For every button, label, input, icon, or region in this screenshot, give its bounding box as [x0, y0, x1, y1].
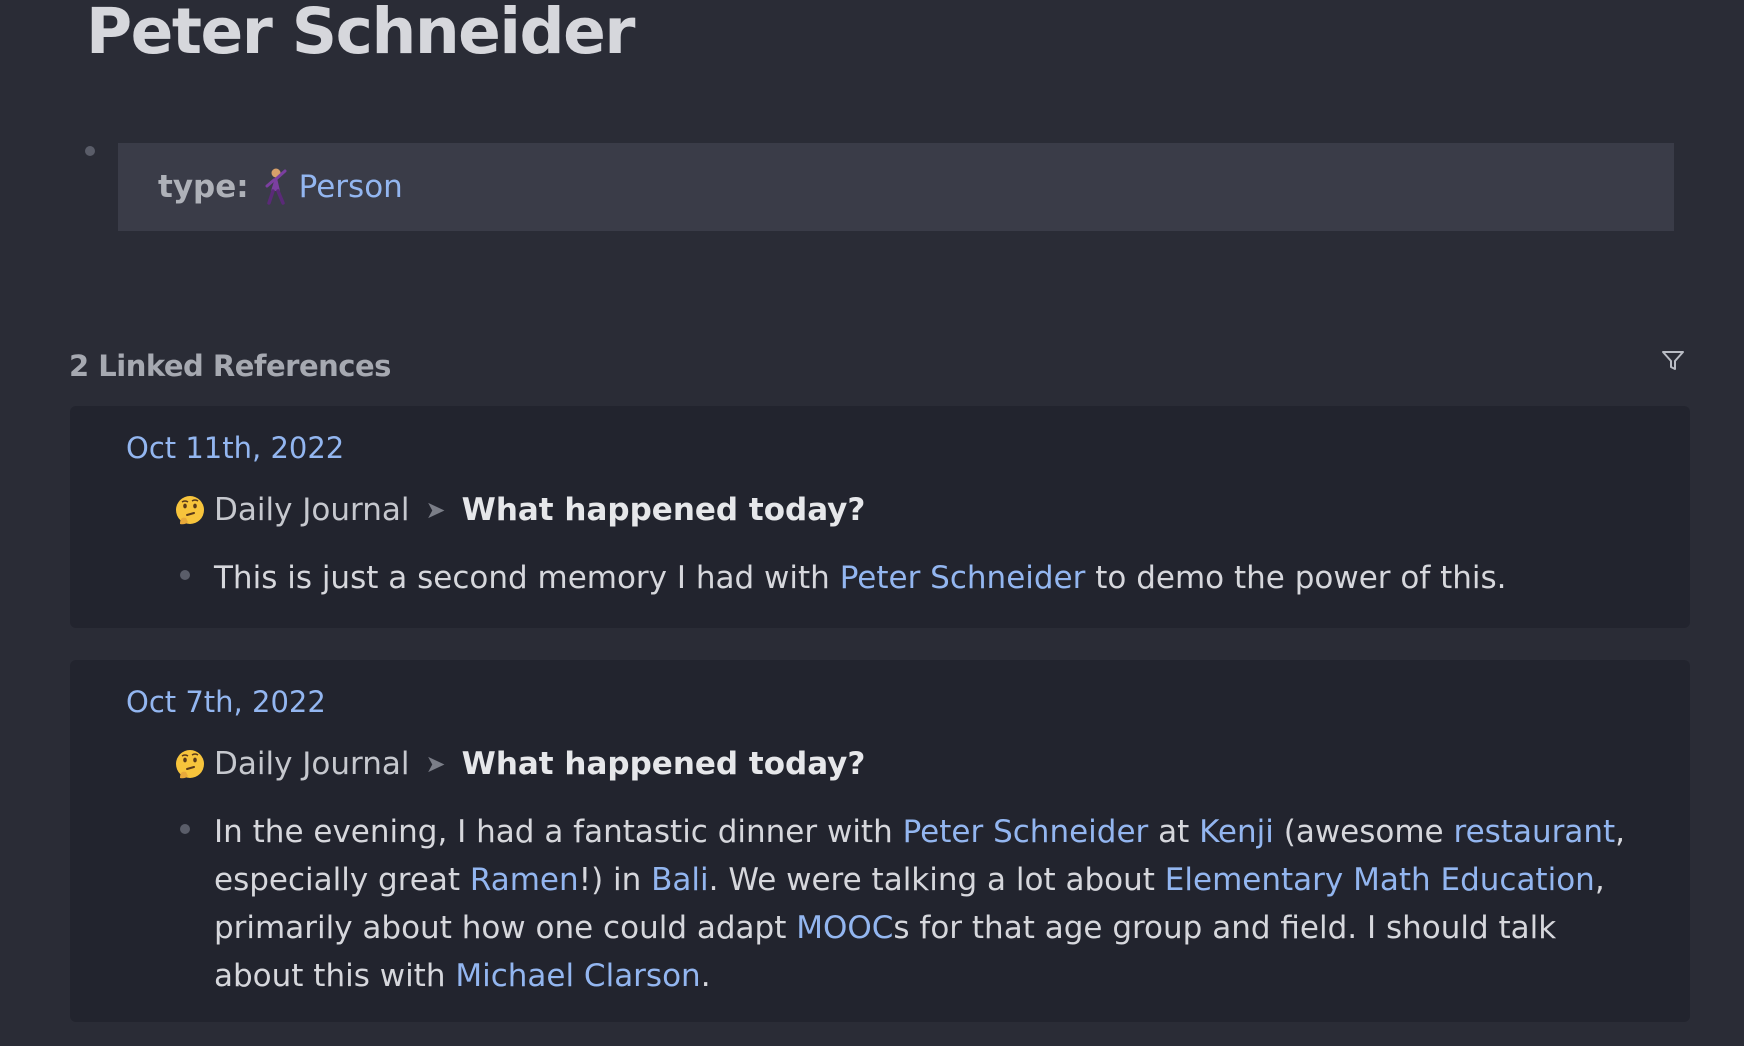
breadcrumb-current-link[interactable]: What happened today?: [462, 488, 866, 532]
breadcrumb-separator-icon: ➤: [425, 496, 446, 524]
breadcrumb-current-link[interactable]: What happened today?: [462, 742, 866, 786]
linked-references-title[interactable]: 2 Linked References: [69, 344, 391, 388]
reference-block[interactable]: In the evening, I had a fantastic dinner…: [214, 808, 1634, 1000]
page-link-peter-schneider[interactable]: Peter Schneider: [840, 560, 1086, 596]
page-link-michael-clarson[interactable]: Michael Clarson: [455, 958, 700, 994]
dancing-person-emoji-icon: [265, 168, 287, 205]
page-link-elementary-math-education[interactable]: Elementary Math Education: [1165, 862, 1595, 898]
reference-block[interactable]: This is just a second memory I had with …: [214, 554, 1634, 602]
page-link-ramen[interactable]: Ramen: [470, 862, 579, 898]
reference-page-link[interactable]: Oct 7th, 2022: [126, 680, 326, 724]
reference-group: Oct 11th, 2022 Daily Journal ➤ What happ…: [70, 406, 1690, 628]
breadcrumb-parent-link[interactable]: Daily Journal: [214, 488, 410, 532]
page-title[interactable]: Peter Schneider: [86, 0, 635, 70]
block-bullet[interactable]: [180, 570, 190, 580]
breadcrumb-parent-link[interactable]: Daily Journal: [214, 742, 410, 786]
reference-group: Oct 7th, 2022 Daily Journal ➤ What happe…: [70, 660, 1690, 1022]
filter-icon[interactable]: [1659, 346, 1687, 374]
breadcrumb: Daily Journal ➤ What happened today?: [174, 742, 865, 786]
page-link-mooc[interactable]: MOOC: [796, 910, 893, 946]
properties-block[interactable]: type: Person: [118, 143, 1674, 231]
block-bullet[interactable]: [85, 146, 95, 156]
breadcrumb: Daily Journal ➤ What happened today?: [174, 488, 865, 532]
property-value-person-link[interactable]: Person: [299, 169, 403, 205]
breadcrumb-separator-icon: ➤: [425, 750, 446, 778]
page-link-bali[interactable]: Bali: [651, 862, 709, 898]
property-key-type: type:: [158, 169, 249, 205]
page-link-restaurant[interactable]: restaurant: [1454, 814, 1616, 850]
block-bullet[interactable]: [180, 824, 190, 834]
thinking-face-emoji-icon: [176, 496, 204, 525]
reference-page-link[interactable]: Oct 11th, 2022: [126, 426, 344, 470]
page-link-kenji[interactable]: Kenji: [1199, 814, 1274, 850]
page-link-peter-schneider[interactable]: Peter Schneider: [903, 814, 1149, 850]
thinking-face-emoji-icon: [176, 750, 204, 779]
